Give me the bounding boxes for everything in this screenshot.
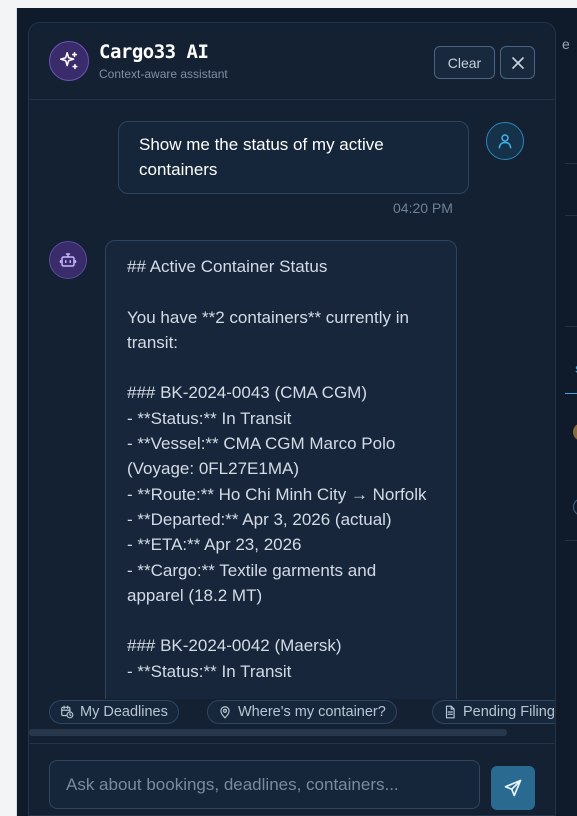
background-avatar bbox=[573, 498, 577, 516]
chat-panel: Cargo33 AI Context-aware assistant Clear… bbox=[28, 22, 556, 816]
user-icon bbox=[486, 122, 524, 160]
clear-button[interactable]: Clear bbox=[434, 46, 495, 79]
sparkles-icon bbox=[49, 41, 89, 81]
map-pin-icon bbox=[220, 706, 230, 719]
close-icon bbox=[511, 56, 524, 69]
app-title: Cargo33 AI bbox=[99, 41, 209, 63]
quick-action-label: Pending Filings bbox=[463, 704, 555, 720]
chat-header: Cargo33 AI Context-aware assistant Clear bbox=[29, 23, 555, 100]
app-subtitle: Context-aware assistant bbox=[99, 67, 228, 81]
quick-actions: My Deadlines Where's my container? Pendi… bbox=[29, 699, 555, 729]
message-timestamp: 04:20 PM bbox=[393, 200, 453, 216]
quick-action-label: Where's my container? bbox=[238, 704, 386, 720]
quick-action-pending-filings[interactable]: Pending Filings bbox=[432, 700, 555, 724]
background-divider bbox=[565, 393, 577, 394]
quick-action-my-deadlines[interactable]: My Deadlines bbox=[49, 700, 179, 724]
calendar-clock-icon bbox=[61, 705, 74, 719]
background-divider bbox=[565, 163, 577, 164]
quick-action-where-container[interactable]: Where's my container? bbox=[207, 700, 397, 724]
bot-icon bbox=[49, 241, 87, 279]
message-list[interactable]: Show me the status of my active containe… bbox=[29, 100, 555, 720]
background-text-fragment: e bbox=[562, 36, 570, 52]
user-message: Show me the status of my active containe… bbox=[118, 121, 469, 194]
chat-input[interactable] bbox=[49, 760, 480, 809]
horizontal-scrollbar[interactable] bbox=[29, 729, 507, 736]
background-divider bbox=[565, 540, 577, 541]
close-button[interactable] bbox=[500, 46, 535, 79]
background-divider bbox=[565, 326, 577, 327]
composer bbox=[29, 743, 555, 815]
assistant-message: ## Active Container Status You have **2 … bbox=[105, 240, 457, 720]
background-divider bbox=[565, 215, 577, 216]
send-icon bbox=[504, 779, 522, 797]
background-avatar bbox=[573, 423, 577, 441]
send-button[interactable] bbox=[491, 766, 535, 810]
quick-action-label: My Deadlines bbox=[80, 704, 168, 720]
document-icon bbox=[445, 705, 455, 719]
